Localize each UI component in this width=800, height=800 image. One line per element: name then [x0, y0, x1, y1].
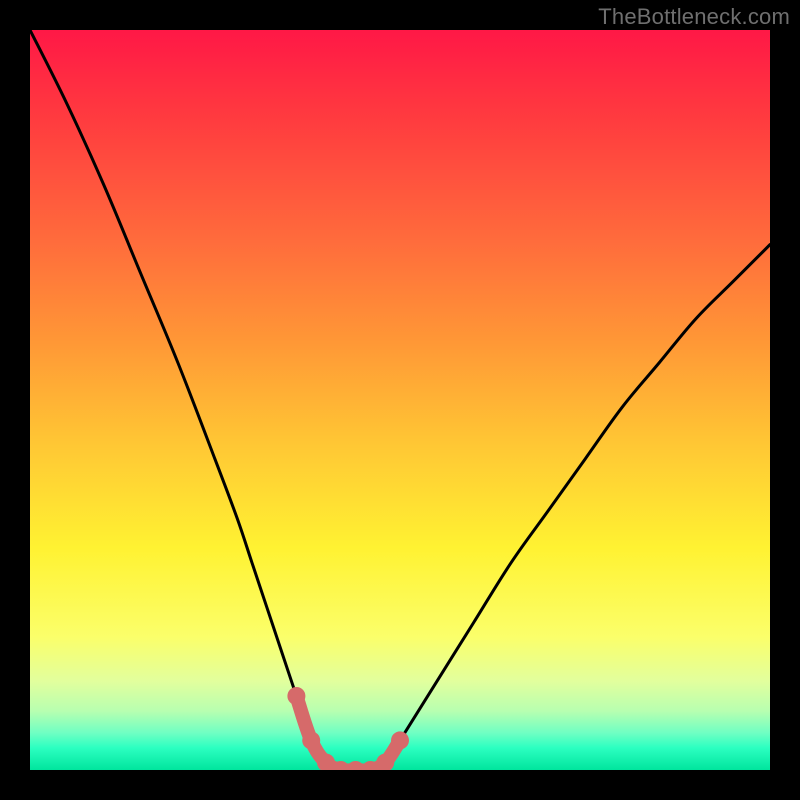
highlight-dot — [287, 687, 305, 705]
bottleneck-curve-path — [30, 30, 770, 770]
plot-area — [30, 30, 770, 770]
stage: TheBottleneck.com — [0, 0, 800, 800]
watermark-text: TheBottleneck.com — [598, 4, 790, 30]
chart-svg — [30, 30, 770, 770]
highlight-dot — [391, 731, 409, 749]
curve-group — [30, 30, 770, 770]
highlight-dot — [302, 731, 320, 749]
